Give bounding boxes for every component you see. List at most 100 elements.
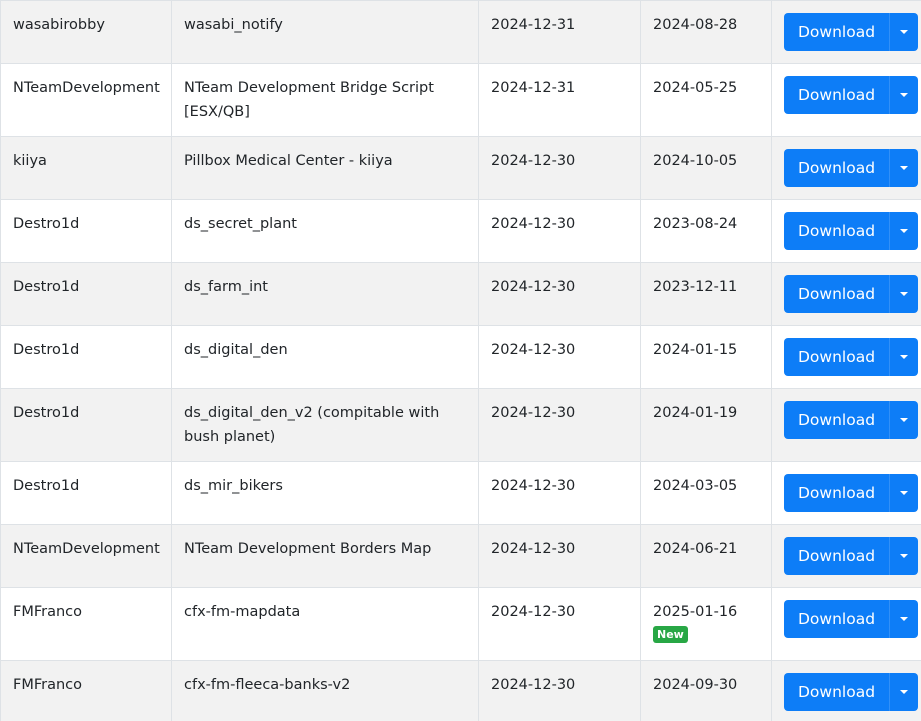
download-split-button: Download — [784, 401, 919, 439]
table-row: Destro1d ds_mir_bikers 2024-12-30 2024-0… — [0, 461, 921, 525]
released-date-cell: 2024-03-05 — [640, 461, 772, 525]
action-cell: Download — [771, 388, 921, 462]
author-cell: Destro1d — [0, 262, 172, 326]
new-badge: New — [653, 626, 688, 643]
download-dropdown-toggle[interactable] — [889, 13, 919, 51]
download-split-button: Download — [784, 537, 919, 575]
download-button[interactable]: Download — [784, 673, 890, 711]
released-date: 2023-08-24 — [653, 216, 738, 232]
download-dropdown-toggle[interactable] — [889, 275, 919, 313]
download-button[interactable]: Download — [784, 537, 890, 575]
download-split-button: Download — [784, 673, 919, 711]
updated-date-cell: 2024-12-30 — [478, 388, 641, 462]
table-row: kiiya Pillbox Medical Center - kiiya 202… — [0, 136, 921, 200]
caret-down-icon — [900, 491, 909, 495]
updated-date-cell: 2024-12-30 — [478, 587, 641, 661]
download-dropdown-toggle[interactable] — [889, 673, 919, 711]
caret-down-icon — [900, 30, 909, 34]
resource-name-cell: ds_digital_den_v2 (compitable with bush … — [171, 388, 479, 462]
download-split-button: Download — [784, 338, 919, 376]
action-cell: Download — [771, 262, 921, 326]
download-button[interactable]: Download — [784, 338, 890, 376]
author-cell: Destro1d — [0, 388, 172, 462]
author-cell: NTeamDevelopment — [0, 524, 172, 588]
caret-down-icon — [900, 166, 909, 170]
download-split-button: Download — [784, 600, 919, 638]
action-cell: Download — [771, 587, 921, 661]
download-dropdown-toggle[interactable] — [889, 149, 919, 187]
table-row: NTeamDevelopment NTeam Development Borde… — [0, 524, 921, 588]
download-dropdown-toggle[interactable] — [889, 401, 919, 439]
download-split-button: Download — [784, 275, 919, 313]
author-cell: FMFranco — [0, 660, 172, 721]
resource-name-cell: NTeam Development Borders Map — [171, 524, 479, 588]
released-date: 2024-09-30 — [653, 677, 738, 693]
action-cell: Download — [771, 136, 921, 200]
updated-date-cell: 2024-12-30 — [478, 660, 641, 721]
author-cell: FMFranco — [0, 587, 172, 661]
download-button[interactable]: Download — [784, 13, 890, 51]
download-split-button: Download — [784, 474, 919, 512]
download-dropdown-toggle[interactable] — [889, 338, 919, 376]
released-date-cell: 2024-09-30 — [640, 660, 772, 721]
released-date: 2024-06-21 — [653, 541, 738, 557]
download-button[interactable]: Download — [784, 76, 890, 114]
updated-date-cell: 2024-12-30 — [478, 524, 641, 588]
download-dropdown-toggle[interactable] — [889, 474, 919, 512]
resource-name-cell: ds_mir_bikers — [171, 461, 479, 525]
download-dropdown-toggle[interactable] — [889, 76, 919, 114]
released-date-cell: 2023-08-24 — [640, 199, 772, 263]
download-dropdown-toggle[interactable] — [889, 537, 919, 575]
resource-name-cell: cfx-fm-mapdata — [171, 587, 479, 661]
released-date: 2024-03-05 — [653, 478, 738, 494]
caret-down-icon — [900, 690, 909, 694]
updated-date-cell: 2024-12-31 — [478, 0, 641, 64]
download-button[interactable]: Download — [784, 474, 890, 512]
action-cell: Download — [771, 660, 921, 721]
table-row: FMFranco cfx-fm-mapdata 2024-12-30 2025-… — [0, 587, 921, 661]
updated-date-cell: 2024-12-30 — [478, 461, 641, 525]
table-row: NTeamDevelopment NTeam Development Bridg… — [0, 63, 921, 137]
released-date: 2024-01-19 — [653, 405, 738, 421]
download-button[interactable]: Download — [784, 401, 890, 439]
action-cell: Download — [771, 199, 921, 263]
download-button[interactable]: Download — [784, 275, 890, 313]
released-date-cell: 2025-01-16 New — [640, 587, 772, 661]
caret-down-icon — [900, 418, 909, 422]
author-cell: Destro1d — [0, 325, 172, 389]
resource-name-cell: ds_digital_den — [171, 325, 479, 389]
download-dropdown-toggle[interactable] — [889, 212, 919, 250]
released-date-cell: 2024-10-05 — [640, 136, 772, 200]
table-row: wasabirobby wasabi_notify 2024-12-31 202… — [0, 0, 921, 64]
caret-down-icon — [900, 292, 909, 296]
resource-name-cell: wasabi_notify — [171, 0, 479, 64]
resource-name-cell: NTeam Development Bridge Script [ESX/QB] — [171, 63, 479, 137]
released-date: 2024-05-25 — [653, 80, 738, 96]
caret-down-icon — [900, 355, 909, 359]
caret-down-icon — [900, 93, 909, 97]
action-cell: Download — [771, 461, 921, 525]
download-dropdown-toggle[interactable] — [889, 600, 919, 638]
table-row: Destro1d ds_farm_int 2024-12-30 2023-12-… — [0, 262, 921, 326]
download-button[interactable]: Download — [784, 149, 890, 187]
download-button[interactable]: Download — [784, 600, 890, 638]
download-split-button: Download — [784, 212, 919, 250]
action-cell: Download — [771, 0, 921, 64]
released-date: 2024-08-28 — [653, 17, 738, 33]
updated-date-cell: 2024-12-30 — [478, 199, 641, 263]
author-cell: wasabirobby — [0, 0, 172, 64]
caret-down-icon — [900, 617, 909, 621]
table-row: FMFranco cfx-fm-fleeca-banks-v2 2024-12-… — [0, 660, 921, 721]
resource-name-cell: ds_secret_plant — [171, 199, 479, 263]
updated-date-cell: 2024-12-30 — [478, 136, 641, 200]
caret-down-icon — [900, 554, 909, 558]
resources-table: wasabirobby wasabi_notify 2024-12-31 202… — [0, 0, 921, 721]
action-cell: Download — [771, 63, 921, 137]
released-date: 2024-01-15 — [653, 342, 738, 358]
resource-name-cell: ds_farm_int — [171, 262, 479, 326]
download-split-button: Download — [784, 149, 919, 187]
released-date: 2025-01-16 — [653, 604, 738, 620]
download-button[interactable]: Download — [784, 212, 890, 250]
download-split-button: Download — [784, 76, 919, 114]
table-row: Destro1d ds_digital_den 2024-12-30 2024-… — [0, 325, 921, 389]
